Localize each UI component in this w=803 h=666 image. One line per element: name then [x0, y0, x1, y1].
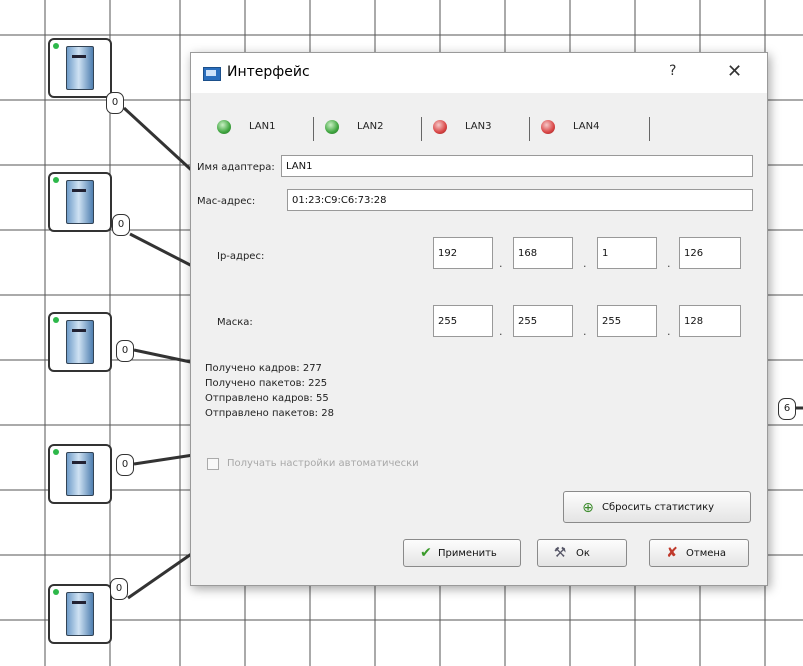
mask-octet-2[interactable]: 255 — [513, 305, 573, 337]
status-led-icon — [53, 317, 59, 323]
port-label-2: 0 — [112, 214, 130, 236]
apply-label: Применить — [438, 548, 497, 559]
pc-4[interactable] — [48, 444, 112, 504]
apply-button[interactable]: ✔ Применить — [403, 539, 521, 567]
status-led-icon — [53, 43, 59, 49]
tab-label: LAN2 — [357, 121, 384, 132]
octet-separator: . — [667, 257, 671, 270]
status-ok-icon — [217, 120, 231, 134]
computer-icon — [66, 46, 94, 90]
octet-separator: . — [583, 257, 587, 270]
pc-3[interactable] — [48, 312, 112, 372]
octet-separator: . — [499, 325, 503, 338]
tab-label: LAN4 — [573, 121, 600, 132]
tab-lan2[interactable]: LAN2 — [315, 117, 422, 141]
auto-config-label: Получать настройки автоматически — [227, 458, 419, 469]
computer-icon — [66, 320, 94, 364]
port-label-6: 6 — [778, 398, 796, 420]
port-label-1: 0 — [106, 92, 124, 114]
octet-separator: . — [499, 257, 503, 270]
mac-address-label: Mac-адрес: — [197, 196, 256, 207]
frames-received-stat: Получено кадров: 277 — [205, 363, 322, 374]
status-led-icon — [53, 589, 59, 595]
status-error-icon — [541, 120, 555, 134]
reset-icon: ⊕ — [582, 500, 594, 516]
interface-dialog: Интерфейс ? ✕ LAN1 LAN2 LAN3 LAN4 Имя ад… — [190, 52, 768, 586]
pc-5[interactable] — [48, 584, 112, 644]
reset-statistics-button[interactable]: ⊕ Сбросить статистику — [563, 491, 751, 523]
packets-received-stat: Получено пакетов: 225 — [205, 378, 328, 389]
packets-sent-stat: Отправлено пакетов: 28 — [205, 408, 334, 419]
port-label-5: 0 — [110, 578, 128, 600]
ip-octet-3[interactable]: 1 — [597, 237, 657, 269]
mask-octet-4[interactable]: 128 — [679, 305, 741, 337]
mac-address-input[interactable]: 01:23:C9:C6:73:28 — [287, 189, 753, 211]
adapter-name-input[interactable]: LAN1 — [281, 155, 753, 177]
auto-config-checkbox[interactable] — [207, 458, 219, 470]
hammer-icon: ⚒ — [553, 545, 567, 561]
ip-octet-4[interactable]: 126 — [679, 237, 741, 269]
dialog-titlebar[interactable]: Интерфейс ? ✕ — [191, 53, 767, 93]
tab-lan4[interactable]: LAN4 — [531, 117, 650, 141]
octet-separator: . — [667, 325, 671, 338]
cancel-label: Отмена — [686, 548, 727, 559]
window-icon — [203, 67, 221, 81]
port-label-4: 0 — [116, 454, 134, 476]
checkmark-icon: ✔ — [420, 545, 432, 561]
pc-1[interactable] — [48, 38, 112, 98]
status-led-icon — [53, 449, 59, 455]
cancel-button[interactable]: ✘ Отмена — [649, 539, 749, 567]
tab-label: LAN1 — [249, 121, 276, 132]
dialog-title: Интерфейс — [227, 64, 310, 80]
reset-statistics-label: Сбросить статистику — [602, 502, 715, 513]
help-button[interactable]: ? — [669, 63, 676, 79]
status-error-icon — [433, 120, 447, 134]
pc-2[interactable] — [48, 172, 112, 232]
cancel-x-icon: ✘ — [666, 545, 678, 561]
port-label-3: 0 — [116, 340, 134, 362]
status-ok-icon — [325, 120, 339, 134]
octet-separator: . — [583, 325, 587, 338]
computer-icon — [66, 592, 94, 636]
computer-icon — [66, 180, 94, 224]
tab-lan3[interactable]: LAN3 — [423, 117, 530, 141]
mask-label: Маска: — [217, 317, 253, 328]
tab-label: LAN3 — [465, 121, 492, 132]
ok-label: Ок — [576, 548, 590, 559]
status-led-icon — [53, 177, 59, 183]
adapter-name-label: Имя адаптера: — [197, 162, 275, 173]
tab-lan1[interactable]: LAN1 — [207, 117, 314, 141]
ip-octet-1[interactable]: 192 — [433, 237, 493, 269]
ip-octet-2[interactable]: 168 — [513, 237, 573, 269]
ip-address-label: Ip-адрес: — [217, 251, 265, 262]
close-button[interactable]: ✕ — [727, 61, 742, 82]
computer-icon — [66, 452, 94, 496]
frames-sent-stat: Отправлено кадров: 55 — [205, 393, 329, 404]
ok-button[interactable]: ⚒ Ок — [537, 539, 627, 567]
mask-octet-3[interactable]: 255 — [597, 305, 657, 337]
mask-octet-1[interactable]: 255 — [433, 305, 493, 337]
